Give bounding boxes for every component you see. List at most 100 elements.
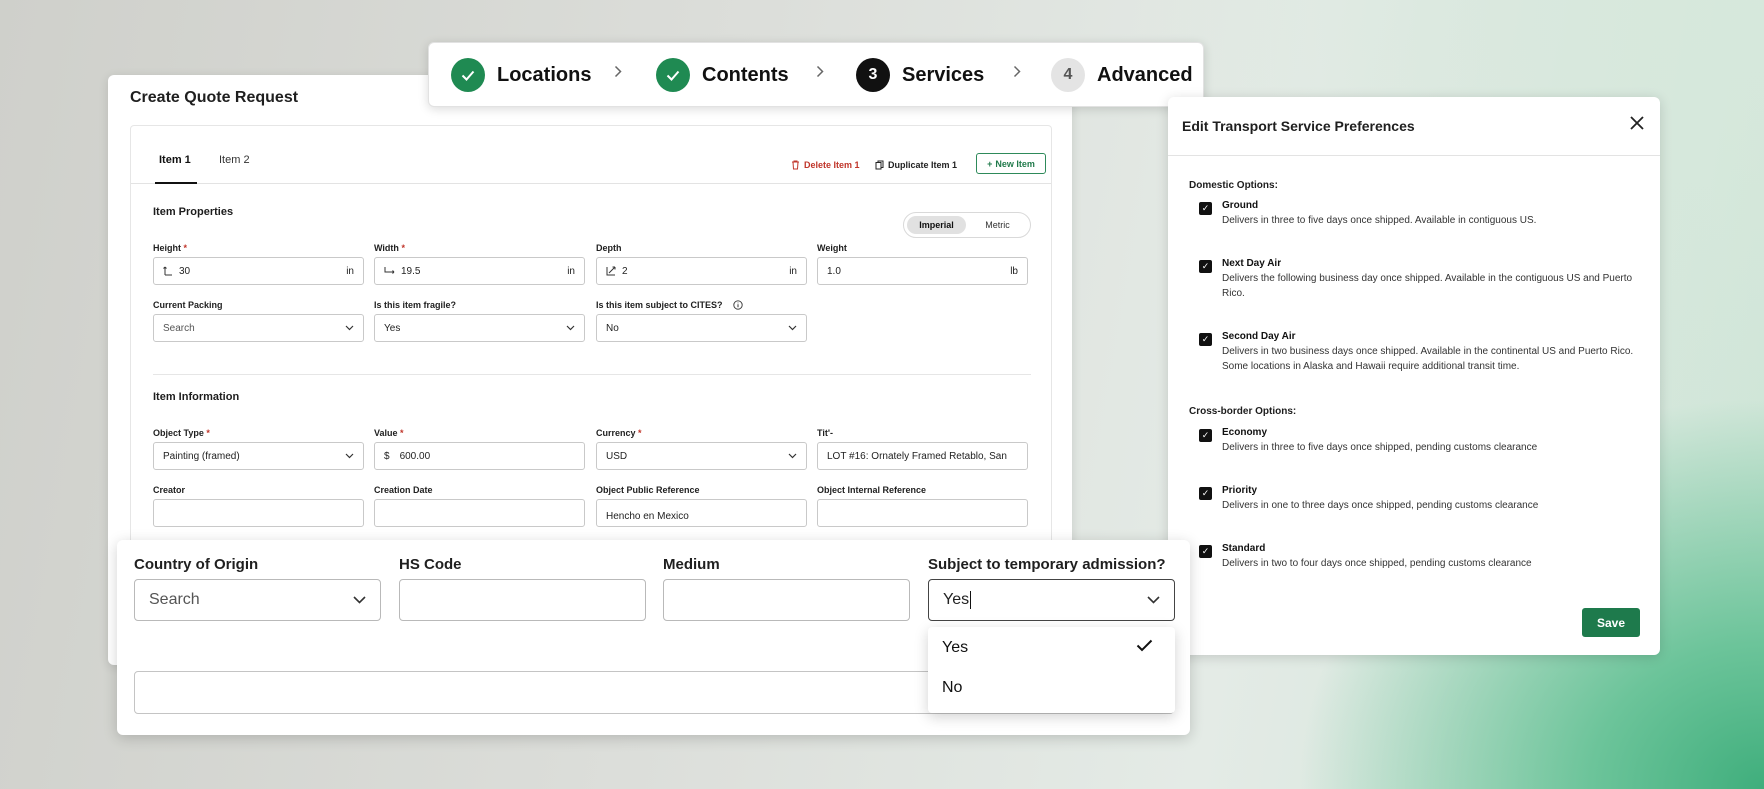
value-label: Value * bbox=[374, 428, 404, 438]
dropdown-option-no[interactable]: No bbox=[942, 679, 962, 697]
country-of-origin-select[interactable]: Search bbox=[134, 579, 381, 621]
public-ref-value: Hencho en Mexico bbox=[606, 511, 689, 522]
cites-select[interactable]: No bbox=[596, 314, 807, 342]
chevron-down-icon bbox=[345, 453, 354, 459]
crossborder-options-title: Cross-border Options: bbox=[1189, 406, 1297, 417]
active-tab-indicator bbox=[155, 182, 197, 184]
chevron-down-icon bbox=[788, 325, 797, 331]
second-day-air-name: Second Day Air bbox=[1222, 331, 1296, 342]
duplicate-item-button[interactable]: Duplicate Item 1 bbox=[875, 160, 957, 170]
ground-checkbox[interactable]: ✓ bbox=[1199, 202, 1212, 215]
weight-value: 1.0 bbox=[827, 265, 841, 277]
text-caret bbox=[970, 591, 972, 609]
transport-preferences-panel: Edit Transport Service Preferences Domes… bbox=[1168, 97, 1660, 655]
height-value: 30 bbox=[179, 265, 191, 277]
fragile-select[interactable]: Yes bbox=[374, 314, 585, 342]
save-button[interactable]: Save bbox=[1582, 608, 1640, 637]
currency-select[interactable]: USD bbox=[596, 442, 807, 470]
depth-value: 2 bbox=[622, 265, 628, 277]
public-ref-label: Object Public Reference bbox=[596, 485, 700, 495]
dropdown-option-yes[interactable]: Yes bbox=[942, 639, 968, 657]
step-locations[interactable]: Locations bbox=[451, 58, 591, 92]
weight-label: Weight bbox=[817, 243, 847, 253]
currency-label: Currency * bbox=[596, 428, 642, 438]
width-unit: in bbox=[567, 265, 575, 277]
currency-prefix: $ bbox=[384, 450, 390, 462]
delete-item-label: Delete Item 1 bbox=[804, 160, 860, 170]
option-next-day-air: ✓ Next Day Air Delivers the following bu… bbox=[1199, 258, 1639, 301]
item-information-title: Item Information bbox=[153, 391, 240, 403]
width-input[interactable]: 19.5 in bbox=[374, 257, 585, 285]
hs-code-input[interactable] bbox=[399, 579, 646, 621]
step-label-locations: Locations bbox=[497, 63, 592, 86]
second-day-air-checkbox[interactable]: ✓ bbox=[1199, 333, 1212, 346]
chevron-right-icon bbox=[614, 65, 622, 78]
progress-stepper: Locations Contents 3 Services 4 Advanced bbox=[428, 42, 1204, 107]
height-icon bbox=[163, 266, 173, 276]
delete-item-button[interactable]: Delete Item 1 bbox=[791, 160, 860, 170]
fragile-value: Yes bbox=[384, 322, 401, 334]
option-standard: ✓ Standard Delivers in two to four days … bbox=[1199, 543, 1639, 571]
weight-input[interactable]: 1.0 lb bbox=[817, 257, 1028, 285]
close-icon[interactable] bbox=[1629, 115, 1645, 131]
depth-unit: in bbox=[789, 265, 797, 277]
height-unit: in bbox=[346, 265, 354, 277]
step-contents[interactable]: Contents bbox=[656, 58, 789, 92]
check-icon bbox=[451, 58, 485, 92]
priority-checkbox[interactable]: ✓ bbox=[1199, 487, 1212, 500]
temporary-admission-select[interactable]: Yes bbox=[928, 579, 1175, 621]
creator-input[interactable] bbox=[153, 499, 364, 527]
step-advanced[interactable]: 4 Advanced bbox=[1051, 58, 1193, 92]
country-placeholder: Search bbox=[149, 591, 200, 608]
standard-checkbox[interactable]: ✓ bbox=[1199, 545, 1212, 558]
creation-date-input[interactable] bbox=[374, 499, 585, 527]
tab-item-1[interactable]: Item 1 bbox=[159, 154, 191, 166]
object-type-select[interactable]: Painting (framed) bbox=[153, 442, 364, 470]
domestic-options-title: Domestic Options: bbox=[1189, 180, 1278, 191]
trash-icon bbox=[791, 160, 800, 170]
step-services[interactable]: 3 Services bbox=[856, 58, 984, 92]
height-label-text: Height bbox=[153, 243, 181, 253]
plus-icon: + bbox=[987, 158, 993, 169]
title-label: Tit'- bbox=[817, 428, 833, 438]
width-label: Width * bbox=[374, 243, 405, 253]
unit-imperial-option[interactable]: Imperial bbox=[907, 216, 966, 234]
medium-input[interactable] bbox=[663, 579, 910, 621]
depth-input[interactable]: 2 in bbox=[596, 257, 807, 285]
item-properties-title: Item Properties bbox=[153, 206, 234, 218]
packing-select[interactable]: Search bbox=[153, 314, 364, 342]
currency-label-text: Currency bbox=[596, 428, 636, 438]
tab-item-2[interactable]: Item 2 bbox=[219, 154, 250, 166]
currency-value: USD bbox=[606, 450, 628, 462]
second-day-air-desc: Delivers in two business days once shipp… bbox=[1222, 346, 1634, 372]
height-input[interactable]: 30 in bbox=[153, 257, 364, 285]
option-ground: ✓ Ground Delivers in three to five days … bbox=[1199, 200, 1639, 228]
creator-label: Creator bbox=[153, 485, 186, 495]
medium-label: Medium bbox=[663, 556, 720, 573]
creation-date-label: Creation Date bbox=[374, 485, 433, 495]
title-value: LOT #16: Ornately Framed Retablo, San bbox=[827, 450, 1007, 462]
width-label-text: Width bbox=[374, 243, 399, 253]
option-second-day-air: ✓ Second Day Air Delivers in two busines… bbox=[1199, 331, 1639, 374]
step-label-contents: Contents bbox=[702, 63, 789, 86]
economy-name: Economy bbox=[1222, 427, 1268, 438]
temporary-admission-label: Subject to temporary admission? bbox=[928, 556, 1166, 573]
info-icon[interactable] bbox=[732, 300, 743, 310]
public-ref-input[interactable]: Hencho en Mexico bbox=[596, 499, 807, 527]
packing-placeholder: Search bbox=[163, 322, 195, 334]
object-type-value: Painting (framed) bbox=[163, 450, 240, 462]
title-input[interactable]: LOT #16: Ornately Framed Retablo, San bbox=[817, 442, 1028, 470]
ground-name: Ground bbox=[1222, 200, 1259, 211]
standard-name: Standard bbox=[1222, 543, 1266, 554]
new-item-button[interactable]: + New Item bbox=[976, 153, 1046, 174]
unit-metric-option[interactable]: Metric bbox=[968, 216, 1027, 234]
value-input[interactable]: $ 600.00 bbox=[374, 442, 585, 470]
economy-checkbox[interactable]: ✓ bbox=[1199, 429, 1212, 442]
next-day-air-desc: Delivers the following business day once… bbox=[1222, 273, 1633, 299]
check-icon bbox=[1136, 639, 1153, 652]
next-day-air-checkbox[interactable]: ✓ bbox=[1199, 260, 1212, 273]
internal-ref-input[interactable] bbox=[817, 499, 1028, 527]
object-type-label-text: Object Type bbox=[153, 428, 204, 438]
option-economy: ✓ Economy Delivers in three to five days… bbox=[1199, 427, 1639, 455]
unit-toggle: Imperial Metric bbox=[903, 212, 1031, 238]
